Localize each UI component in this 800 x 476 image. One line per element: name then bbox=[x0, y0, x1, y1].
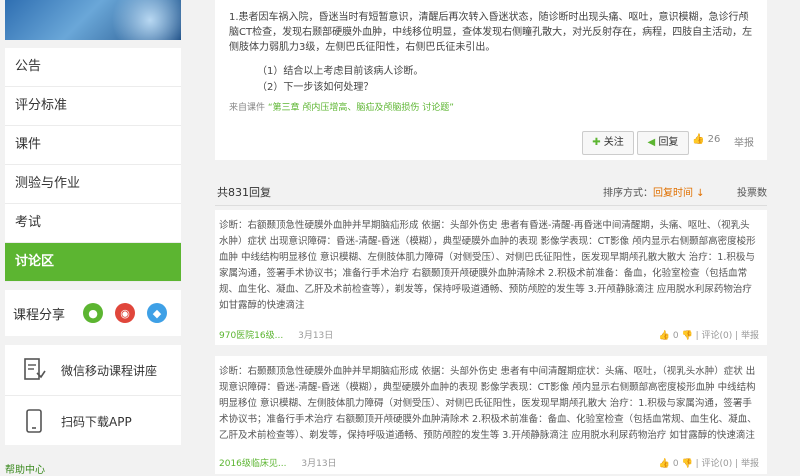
thumbs-up-icon[interactable]: 👍 bbox=[659, 331, 670, 341]
reply-date: 3月13日 bbox=[298, 331, 334, 341]
reply-actions: 👍 0 👎 | 评论(0) | 举报 bbox=[658, 331, 759, 341]
post-source: 来自课件 “第三章 颅内压增高、脑疝及颅脑损伤 讨论题” bbox=[229, 100, 454, 113]
topic-post: 1.患者因车祸入院，昏迷当时有短暂意识，清醒后再次转入昏迷状态，随诊断时出现头痛… bbox=[215, 0, 767, 160]
post-question-2: （2）下一步该如何处理？ bbox=[257, 82, 374, 93]
plus-icon: ✚ bbox=[592, 137, 601, 148]
reply-actions: 👍 0 👎 | 评论(0) | 举报 bbox=[658, 459, 759, 469]
thumbs-up-icon[interactable]: 👍 bbox=[659, 459, 670, 469]
post-source-link[interactable]: “第三章 颅内压增高、脑疝及颅脑损伤 讨论题” bbox=[268, 103, 454, 113]
menu-item-discussion[interactable]: 讨论区 bbox=[5, 243, 181, 282]
thumbs-down-icon[interactable]: 👎 bbox=[681, 331, 692, 341]
sort-options: 排序方式：回复时间 ↓ bbox=[603, 184, 705, 199]
thumbs-up-icon: 👍 bbox=[692, 134, 705, 145]
reply-body: 诊断：右额颞顶急性硬膜外血肿并早期脑疝形成 依据：头部外伤史 患者有昏迷-清醒-… bbox=[219, 220, 756, 311]
sidebar: 公告 评分标准 课件 测验与作业 考试 讨论区 课程分享 ● ◉ ◆ 微信移动课… bbox=[0, 0, 190, 476]
post-body: 1.患者因车祸入院，昏迷当时有短暂意识，清醒后再次转入昏迷状态，随诊断时出现头痛… bbox=[229, 12, 753, 53]
reply-author[interactable]: 2016级临床见... bbox=[219, 459, 287, 469]
reply-comment-link[interactable]: 评论(0) bbox=[701, 459, 732, 469]
reply-like-count: 0 bbox=[672, 331, 679, 341]
wechat-lecture-link[interactable]: 微信移动课程讲座 bbox=[5, 345, 181, 395]
follow-button[interactable]: ✚ 关注 bbox=[582, 131, 634, 155]
reply-meta: 2016级临床见... 3月13日 bbox=[219, 456, 337, 469]
reply-count: 共831回复 bbox=[217, 186, 271, 199]
reply-button[interactable]: ◀ 回复 bbox=[637, 131, 689, 155]
download-app-link[interactable]: 扫码下载APP bbox=[5, 395, 181, 446]
reply-report-link[interactable]: 举报 bbox=[741, 459, 759, 469]
follow-label: 关注 bbox=[603, 137, 624, 148]
download-app-label: 扫码下载APP bbox=[61, 414, 132, 429]
reply-comment-link[interactable]: 评论(0) bbox=[701, 331, 732, 341]
thumbs-down-icon[interactable]: 👎 bbox=[681, 459, 692, 469]
reply-like-count: 0 bbox=[672, 459, 679, 469]
sort-label: 排序方式： bbox=[603, 188, 653, 199]
menu-item-quizzes[interactable]: 测验与作业 bbox=[5, 165, 181, 204]
post-report-link[interactable]: 举报 bbox=[734, 134, 754, 149]
reply-body: 诊断：右颞颞顶急性硬膜外血肿并早期脑疝形成 依据：头部外伤史 患者有中间清醒期症… bbox=[219, 366, 757, 441]
menu-item-courseware[interactable]: 课件 bbox=[5, 126, 181, 165]
sort-down-icon: ↓ bbox=[693, 188, 705, 199]
menu-item-grading[interactable]: 评分标准 bbox=[5, 87, 181, 126]
wechat-icon[interactable]: ● bbox=[83, 303, 104, 323]
header-divider bbox=[215, 205, 767, 206]
reply-report-link[interactable]: 举报 bbox=[741, 331, 759, 341]
weibo-icon[interactable]: ◉ bbox=[115, 303, 136, 323]
reply-arrow-icon: ◀ bbox=[647, 137, 656, 148]
discussion-main: 1.患者因车祸入院，昏迷当时有短暂意识，清醒后再次转入昏迷状态，随诊断时出现头痛… bbox=[203, 0, 780, 474]
post-like-count: 26 bbox=[707, 134, 721, 145]
share-panel: 课程分享 ● ◉ ◆ bbox=[5, 290, 181, 336]
share-label: 课程分享 bbox=[13, 307, 66, 323]
app-panel: 微信移动课程讲座 扫码下载APP bbox=[5, 345, 181, 445]
reply-item: 诊断：右颞颞顶急性硬膜外血肿并早期脑疝形成 依据：头部外伤史 患者有中间清醒期症… bbox=[215, 356, 767, 474]
replies-header: 共831回复 排序方式：回复时间 ↓ 投票数 bbox=[217, 181, 769, 201]
qq-icon[interactable]: ◆ bbox=[147, 303, 168, 323]
post-question-1: （1）结合以上考虑目前该病人诊断。 bbox=[257, 66, 424, 77]
course-banner-image bbox=[5, 0, 181, 40]
sort-by-time[interactable]: 回复时间 bbox=[653, 188, 693, 199]
document-phone-icon bbox=[24, 358, 46, 380]
phone-icon bbox=[26, 409, 42, 433]
reply-item: 诊断：右额颞顶急性硬膜外血肿并早期脑疝形成 依据：头部外伤史 患者有昏迷-清醒-… bbox=[215, 210, 767, 345]
post-like[interactable]: 👍 26 bbox=[692, 134, 720, 145]
wechat-lecture-label: 微信移动课程讲座 bbox=[61, 363, 158, 378]
reply-label: 回复 bbox=[658, 137, 679, 148]
post-source-prefix: 来自课件 bbox=[229, 103, 266, 113]
reply-meta: 970医院16级... 3月13日 bbox=[219, 328, 333, 341]
menu-item-exam[interactable]: 考试 bbox=[5, 204, 181, 243]
sort-by-votes[interactable]: 投票数 bbox=[737, 184, 767, 199]
reply-author[interactable]: 970医院16级... bbox=[219, 331, 283, 341]
course-menu: 公告 评分标准 课件 测验与作业 考试 讨论区 bbox=[5, 48, 181, 282]
reply-date: 3月13日 bbox=[301, 459, 337, 469]
menu-item-announcements[interactable]: 公告 bbox=[5, 48, 181, 87]
